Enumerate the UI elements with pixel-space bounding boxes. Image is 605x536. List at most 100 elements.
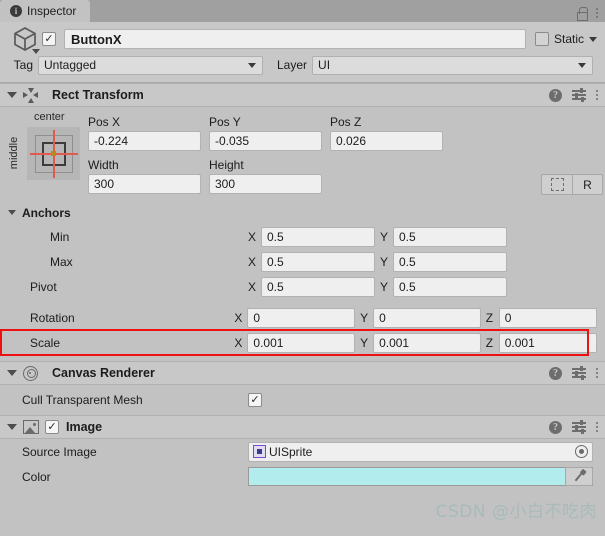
source-image-object-field[interactable]: UISprite	[248, 441, 593, 462]
static-label: Static	[553, 32, 584, 46]
eyedropper-icon[interactable]	[565, 467, 593, 486]
scale-x-input[interactable]: 0.001	[247, 332, 356, 353]
component-title: Image	[66, 420, 103, 434]
preset-settings-icon[interactable]	[572, 88, 586, 102]
static-toggle-group[interactable]: Static	[534, 32, 597, 46]
component-header-image[interactable]: ✓ Image ?	[0, 415, 605, 439]
cull-transparent-mesh-label: Cull Transparent Mesh	[22, 393, 143, 407]
kebab-menu-icon[interactable]	[596, 90, 598, 100]
cull-transparent-mesh-checkbox[interactable]: ✓	[248, 393, 262, 407]
pivot-x-axis: X	[248, 279, 257, 294]
anchor-max-x-input[interactable]: 0.5	[261, 251, 375, 272]
position-size-grid: Pos X Pos Y Pos Z -0.224 -0.035 0.026 Wi…	[82, 111, 605, 195]
tab-bar-controls	[576, 7, 605, 22]
tag-chevron-down-icon[interactable]	[248, 62, 256, 68]
anchors-foldout[interactable]: Anchors	[0, 201, 605, 224]
anchors-label: Anchors	[22, 205, 71, 220]
anchor-max-y-input[interactable]: 0.5	[393, 251, 507, 272]
scale-z-input[interactable]: 0.001	[498, 332, 597, 353]
source-image-row: Source Image UISprite	[0, 439, 605, 464]
anchor-min-x-axis: X	[248, 229, 257, 244]
help-icon[interactable]: ?	[549, 420, 562, 434]
tag-label: Tag	[13, 58, 33, 72]
gameobject-name-row: ✓ ButtonX Static	[8, 26, 597, 54]
source-image-value: UISprite	[269, 444, 313, 459]
foldout-arrow-icon[interactable]	[7, 370, 17, 376]
preset-settings-icon[interactable]	[572, 420, 586, 434]
anchor-min-label: Min	[50, 229, 70, 244]
scale-y-input[interactable]: 0.001	[373, 332, 481, 353]
component-header-rect-transform[interactable]: Rect Transform ?	[0, 83, 605, 107]
anchor-min-x-input[interactable]: 0.5	[261, 226, 375, 247]
anchor-preset-widget[interactable]: center middle	[8, 111, 82, 187]
pos-z-label: Pos Z	[330, 115, 362, 129]
rotation-label: Rotation	[30, 310, 75, 325]
width-input[interactable]: 300	[88, 174, 201, 194]
anchor-max-y-axis: Y	[380, 254, 389, 269]
help-icon[interactable]: ?	[549, 366, 562, 380]
pos-z-input[interactable]: 0.026	[330, 131, 443, 151]
cube-dropdown-caret-icon[interactable]	[32, 49, 40, 54]
foldout-arrow-icon[interactable]	[7, 92, 17, 98]
image-body: Source Image UISprite Color	[0, 439, 605, 489]
anchor-preset-diagram[interactable]	[27, 127, 80, 180]
lock-icon[interactable]	[576, 7, 588, 21]
component-header-controls: ?	[549, 420, 598, 434]
blueprint-mode-button[interactable]	[541, 174, 572, 195]
pivot-y-input[interactable]: 0.5	[393, 276, 507, 297]
preset-settings-icon[interactable]	[572, 366, 586, 380]
info-icon: i	[10, 5, 22, 17]
gameobject-name-input[interactable]: ButtonX	[64, 29, 526, 49]
image-enabled-checkbox[interactable]: ✓	[45, 420, 59, 434]
position-fields-row: -0.224 -0.035 0.026	[88, 131, 605, 151]
pos-x-label: Pos X	[88, 115, 121, 129]
pivot-x-input[interactable]: 0.5	[261, 276, 375, 297]
rotation-y-input[interactable]: 0	[373, 307, 481, 328]
pos-x-input[interactable]: -0.224	[88, 131, 201, 151]
layer-dropdown[interactable]: UI	[312, 55, 593, 75]
anchor-min-y-axis: Y	[380, 229, 389, 244]
color-row: Color	[0, 464, 605, 489]
kebab-menu-icon[interactable]	[596, 368, 598, 378]
position-labels-row: Pos X Pos Y Pos Z	[88, 111, 605, 130]
pos-y-input[interactable]: -0.035	[209, 131, 322, 151]
rotation-z-input[interactable]: 0	[498, 307, 597, 328]
component-header-controls: ?	[549, 88, 598, 102]
object-picker-icon[interactable]	[575, 445, 588, 458]
static-checkbox[interactable]	[534, 32, 549, 46]
scale-x-axis: X	[234, 335, 243, 350]
anchor-vertical-label: middle	[8, 136, 21, 170]
scale-label: Scale	[30, 335, 61, 350]
rotation-x-input[interactable]: 0	[247, 307, 356, 328]
gameobject-header: ✓ ButtonX Static Tag Untagged Layer UI	[0, 22, 605, 83]
height-input[interactable]: 300	[209, 174, 322, 194]
rect-transform-icon	[23, 87, 38, 103]
gameobject-enabled-checkbox[interactable]: ✓	[42, 32, 56, 46]
foldout-arrow-icon[interactable]	[8, 210, 16, 215]
kebab-menu-icon[interactable]	[596, 422, 598, 432]
tab-inspector-label: Inspector	[27, 4, 77, 18]
kebab-menu-icon[interactable]	[596, 8, 598, 18]
color-swatch-field[interactable]	[248, 467, 593, 486]
rotation-row: Rotation X 0 Y 0 Z 0	[0, 305, 605, 330]
anchor-min-y-input[interactable]: 0.5	[393, 226, 507, 247]
tag-dropdown[interactable]: Untagged	[38, 55, 263, 75]
canvas-renderer-icon	[23, 365, 38, 381]
layer-chevron-down-icon[interactable]	[578, 62, 586, 68]
cube-icon[interactable]	[8, 26, 42, 54]
inspector-tab-bar: i Inspector	[0, 0, 605, 22]
anchor-max-row: Max X 0.5 Y 0.5	[0, 249, 605, 274]
static-chevron-down-icon[interactable]	[589, 36, 597, 42]
source-image-label: Source Image	[22, 444, 97, 459]
size-fields-row: 300 300 R	[88, 174, 605, 195]
component-header-canvas-renderer[interactable]: Canvas Renderer ?	[0, 361, 605, 385]
help-icon[interactable]: ?	[549, 88, 562, 102]
tag-layer-row: Tag Untagged Layer UI	[8, 55, 597, 75]
component-title: Rect Transform	[52, 88, 144, 102]
tag-value: Untagged	[44, 58, 97, 72]
foldout-arrow-icon[interactable]	[7, 424, 17, 430]
anchor-max-x-axis: X	[248, 254, 257, 269]
pivot-row: Pivot X 0.5 Y 0.5	[0, 274, 605, 299]
raw-edit-mode-button[interactable]: R	[572, 174, 603, 195]
tab-inspector[interactable]: i Inspector	[0, 0, 91, 22]
